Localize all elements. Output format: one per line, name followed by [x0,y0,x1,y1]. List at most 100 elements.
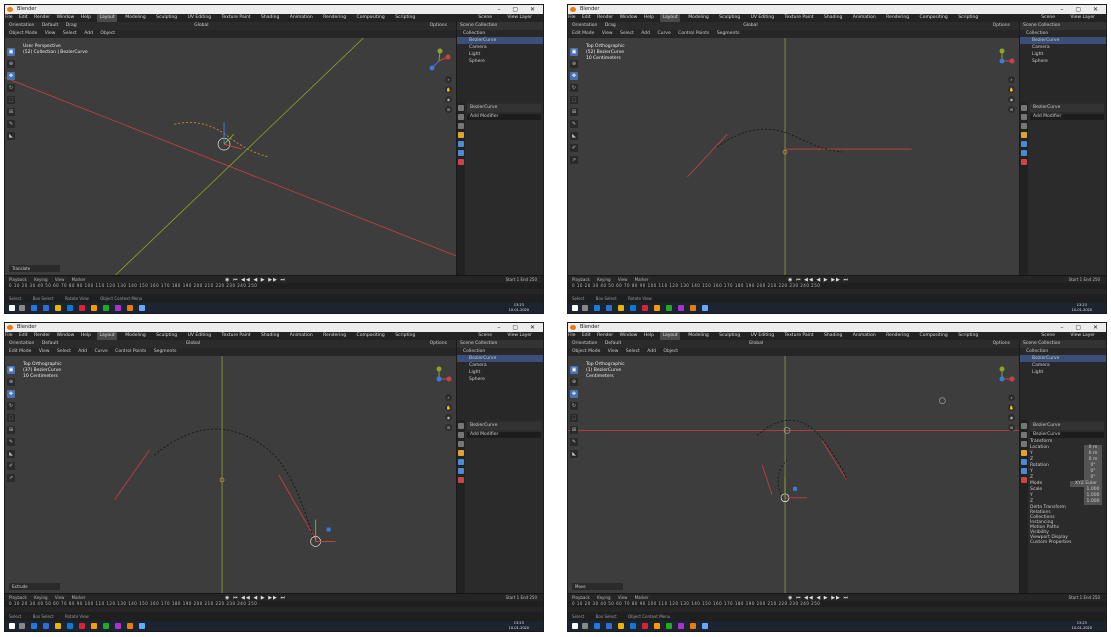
camera-icon[interactable]: ◉ [445,414,452,421]
camera-icon[interactable]: ◉ [445,96,452,103]
add-menu[interactable]: Add [84,31,93,36]
app-icon[interactable] [702,623,708,629]
tab-texture-paint[interactable]: Texture Paint [783,332,816,340]
tool-tab-icon[interactable] [458,105,464,111]
outliner-item[interactable]: Sphere [457,376,543,383]
material-tab-icon[interactable] [1021,477,1027,483]
end-frame-field[interactable]: 250 [529,595,537,600]
add-modifier-dropdown[interactable]: Add Modifier [1030,114,1104,120]
tab-sculpting[interactable]: Sculpting [154,14,179,22]
select-menu[interactable]: Select [57,349,71,354]
physics-tab-icon[interactable] [458,468,464,474]
tab-animation[interactable]: Animation [851,332,878,340]
output-tab-icon[interactable] [458,123,464,129]
tab-shading[interactable]: Shading [822,332,844,340]
object-menu[interactable]: Object [100,31,115,36]
curve-menu[interactable]: Curve [94,349,107,354]
keying-menu[interactable]: Keying [597,595,610,600]
segments-menu[interactable]: Segments [154,349,177,354]
store-icon[interactable] [630,623,636,629]
menu-file[interactable]: File [5,15,13,20]
tab-layout[interactable]: Layout [660,14,680,22]
scene-selector[interactable]: Scene [478,14,492,22]
tab-modeling[interactable]: Modeling [686,14,710,22]
outliner-item[interactable]: BezierCurve [457,355,543,362]
store-icon[interactable] [67,305,73,311]
task-view-icon[interactable] [31,623,37,629]
app-icon[interactable] [666,623,672,629]
add-menu[interactable]: Add [647,349,656,354]
measure-tool-icon[interactable]: ◣ [7,450,15,458]
tab-modeling[interactable]: Modeling [123,14,147,22]
view-layer-selector[interactable]: View Layer [1070,14,1095,22]
start-icon[interactable] [9,305,15,311]
outliner-item[interactable]: BezierCurve [1020,355,1106,362]
scale-z-field[interactable]: 1.000 [1084,499,1102,505]
playback-menu[interactable]: Playback [9,277,27,282]
modifier-tab-icon[interactable] [458,459,464,465]
app-icon[interactable] [43,305,49,311]
output-tab-icon[interactable] [1021,123,1027,129]
rotate-tool-icon[interactable]: ↻ [570,402,578,410]
keying-menu[interactable]: Keying [597,277,610,282]
options-dropdown[interactable]: Options [993,340,1010,348]
output-tab-icon[interactable] [458,441,464,447]
cursor-tool-icon[interactable]: ⊕ [570,60,578,68]
3d-viewport[interactable]: ▣ ⊕ ✥ ↻ ⬚ ⊞ ✎ ◣ User Perspective (52) Co… [5,38,457,276]
marker-menu[interactable]: Marker [72,595,86,600]
outliner-item[interactable]: Light [457,369,543,376]
tab-texture-paint[interactable]: Texture Paint [783,14,816,22]
search-icon[interactable] [582,305,588,311]
menu-help[interactable]: Help [81,15,91,20]
rotate-tool-icon[interactable]: ↻ [7,402,15,410]
start-frame-field[interactable]: 1 [517,277,520,282]
select-tool-icon[interactable]: ▣ [570,366,578,374]
outliner-item[interactable]: BezierCurve [1020,37,1106,44]
object-tab-icon[interactable] [1021,450,1027,456]
zoom-icon[interactable]: ⌕ [445,394,452,401]
outliner-item[interactable]: Camera [457,362,543,369]
tab-modeling[interactable]: Modeling [123,332,147,340]
add-menu[interactable]: Add [78,349,87,354]
search-icon[interactable] [19,305,25,311]
draw-tool-icon[interactable]: ✐ [7,462,15,470]
tab-shading[interactable]: Shading [259,14,281,22]
control-points-menu[interactable]: Control Points [115,349,146,354]
chrome-icon[interactable] [654,305,660,311]
end-frame-field[interactable]: 250 [1092,595,1100,600]
mode-dropdown[interactable]: Object Mode [572,349,600,354]
cursor-tool-icon[interactable]: ⊕ [7,378,15,386]
options-dropdown[interactable]: Options [430,22,447,30]
frame-ruler[interactable]: 0 10 20 30 40 50 60 70 80 90 100 110 120… [568,283,1106,289]
tab-uv-editing[interactable]: UV Editing [749,332,776,340]
app-icon[interactable] [103,305,109,311]
tab-uv-editing[interactable]: UV Editing [749,14,776,22]
timeline-view-menu[interactable]: View [618,595,628,600]
annotate-tool-icon[interactable]: ✎ [7,120,15,128]
app-icon[interactable] [139,623,145,629]
outliner-item[interactable]: Camera [1020,362,1106,369]
tab-sculpting[interactable]: Sculpting [717,332,742,340]
menu-help[interactable]: Help [81,333,91,338]
rotate-tool-icon[interactable]: ↻ [570,84,578,92]
select-menu[interactable]: Select [626,349,640,354]
tab-animation[interactable]: Animation [288,14,315,22]
tab-animation[interactable]: Animation [288,332,315,340]
menu-window[interactable]: Window [620,15,638,20]
outliner-item[interactable]: Collection [1020,30,1106,37]
file-explorer-icon[interactable] [618,623,624,629]
app-icon[interactable] [115,305,121,311]
physics-tab-icon[interactable] [458,150,464,156]
rotate-tool-icon[interactable]: ↻ [7,84,15,92]
app-icon[interactable] [139,305,145,311]
grid-icon[interactable]: ⊞ [445,106,452,113]
transform-orientation-dropdown[interactable]: Global [749,341,763,346]
last-operator-panel[interactable]: Translate [9,265,60,272]
select-tool-icon[interactable]: ▣ [570,48,578,56]
zoom-icon[interactable]: ⌕ [445,76,452,83]
menu-render[interactable]: Render [597,333,613,338]
menu-file[interactable]: File [5,333,13,338]
tab-rendering[interactable]: Rendering [321,14,348,22]
move-tool-icon[interactable]: ✥ [7,390,15,398]
tab-compositing[interactable]: Compositing [918,332,950,340]
